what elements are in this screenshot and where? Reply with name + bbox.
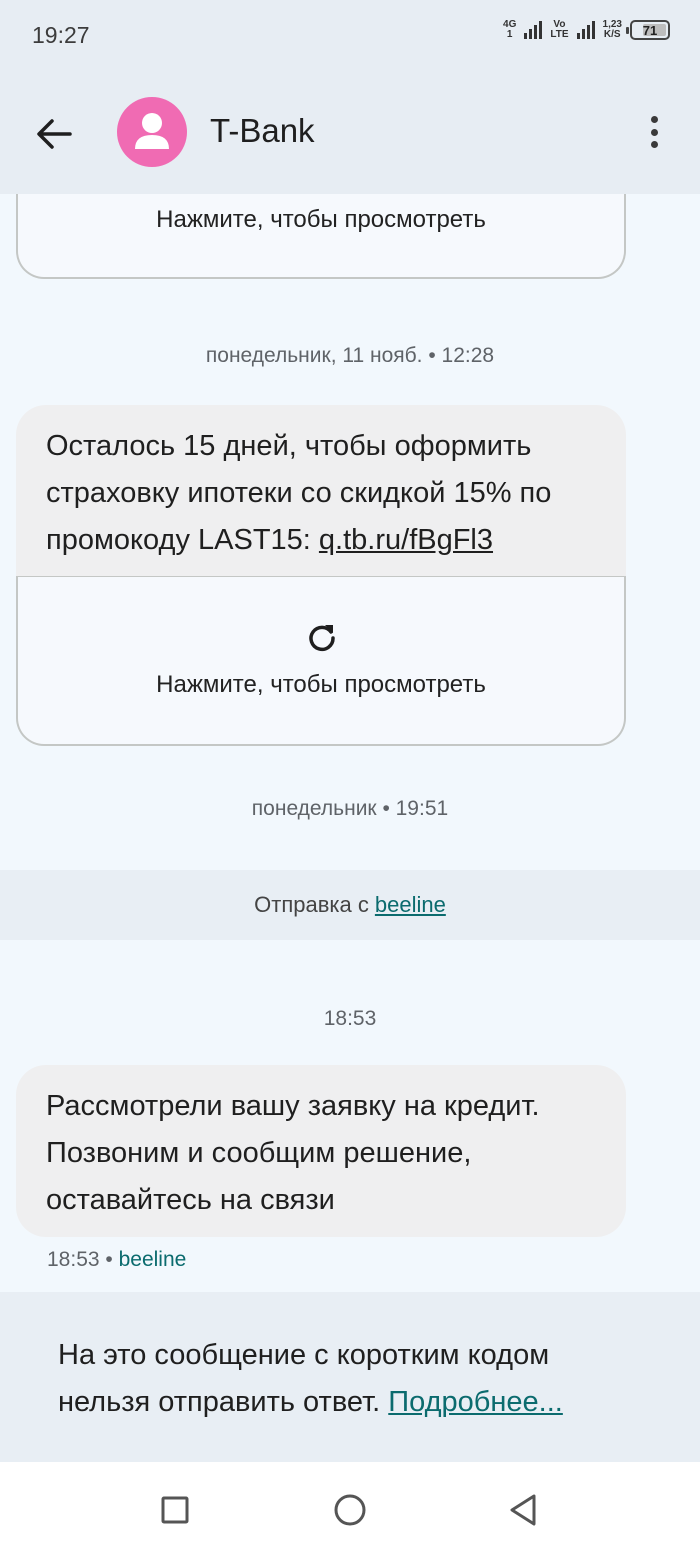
reply-disabled-notice: На это сообщение с коротким кодом нельзя… xyxy=(0,1292,700,1462)
battery-icon: 71 xyxy=(626,20,670,40)
volte-label: Vo LTE xyxy=(550,19,569,40)
message-carrier: beeline xyxy=(118,1248,187,1271)
battery-level: 71 xyxy=(642,22,658,38)
recents-button[interactable] xyxy=(157,1492,193,1528)
more-options-button[interactable] xyxy=(644,112,664,152)
system-back-button[interactable] xyxy=(505,1492,541,1528)
message-text: Рассмотрели вашу заявку на кредит. Позво… xyxy=(46,1090,540,1216)
conversation-list[interactable]: Нажмите, чтобы просмотреть понедельник, … xyxy=(0,194,700,1292)
message-bubble[interactable]: Осталось 15 дней, чтобы оформить страхов… xyxy=(16,405,626,577)
app-bar: T-Bank xyxy=(0,72,700,194)
status-bar: 19:27 4G 1 Vo LTE 1,23 K/S 71 xyxy=(0,0,700,72)
system-nav-bar xyxy=(0,1462,700,1556)
dot-icon xyxy=(650,116,658,123)
message-meta: 18:53 • beeline xyxy=(47,1248,186,1272)
learn-more-link[interactable]: Подробнее... xyxy=(388,1386,563,1418)
refresh-icon xyxy=(309,625,335,652)
avatar[interactable] xyxy=(117,97,187,167)
circle-icon xyxy=(334,1494,366,1526)
home-button[interactable] xyxy=(332,1492,368,1528)
timestamp: понедельник • 19:51 xyxy=(251,797,449,820)
arrow-back-icon xyxy=(37,119,72,149)
signal-icon xyxy=(524,21,543,39)
sender-prefix: Отправка с xyxy=(254,892,369,917)
network-4g-label: 4G 1 xyxy=(503,19,517,40)
dot-icon xyxy=(650,141,658,148)
status-icons: 4G 1 Vo LTE 1,23 K/S 71 xyxy=(503,20,670,40)
link-preview-card[interactable]: Нажмите, чтобы просмотреть xyxy=(16,194,626,279)
timestamp: понедельник, 11 нояб. • 12:28 xyxy=(205,344,495,367)
sender-info: Отправка с beeline xyxy=(0,870,700,940)
message-bubble[interactable]: Рассмотрели вашу заявку на кредит. Позво… xyxy=(16,1065,626,1237)
triangle-back-icon xyxy=(510,1494,536,1526)
message-link[interactable]: q.tb.ru/fBgFl3 xyxy=(319,524,493,556)
status-time: 19:27 xyxy=(32,22,90,48)
message-time: 18:53 • xyxy=(47,1248,113,1271)
dot-icon xyxy=(650,128,658,136)
back-button[interactable] xyxy=(30,110,78,158)
link-preview-card[interactable]: Нажмите, чтобы просмотреть xyxy=(16,576,626,746)
tap-to-view-label: Нажмите, чтобы просмотреть xyxy=(156,671,486,698)
tap-to-view-label: Нажмите, чтобы просмотреть xyxy=(156,206,486,233)
contact-name[interactable]: T-Bank xyxy=(210,112,315,150)
square-icon xyxy=(161,1496,189,1524)
sender-carrier-link[interactable]: beeline xyxy=(375,892,446,918)
network-speed: 1,23 K/S xyxy=(602,19,622,40)
signal-icon-2 xyxy=(576,21,595,39)
person-icon xyxy=(135,113,169,149)
timestamp: 18:53 xyxy=(323,1007,377,1030)
